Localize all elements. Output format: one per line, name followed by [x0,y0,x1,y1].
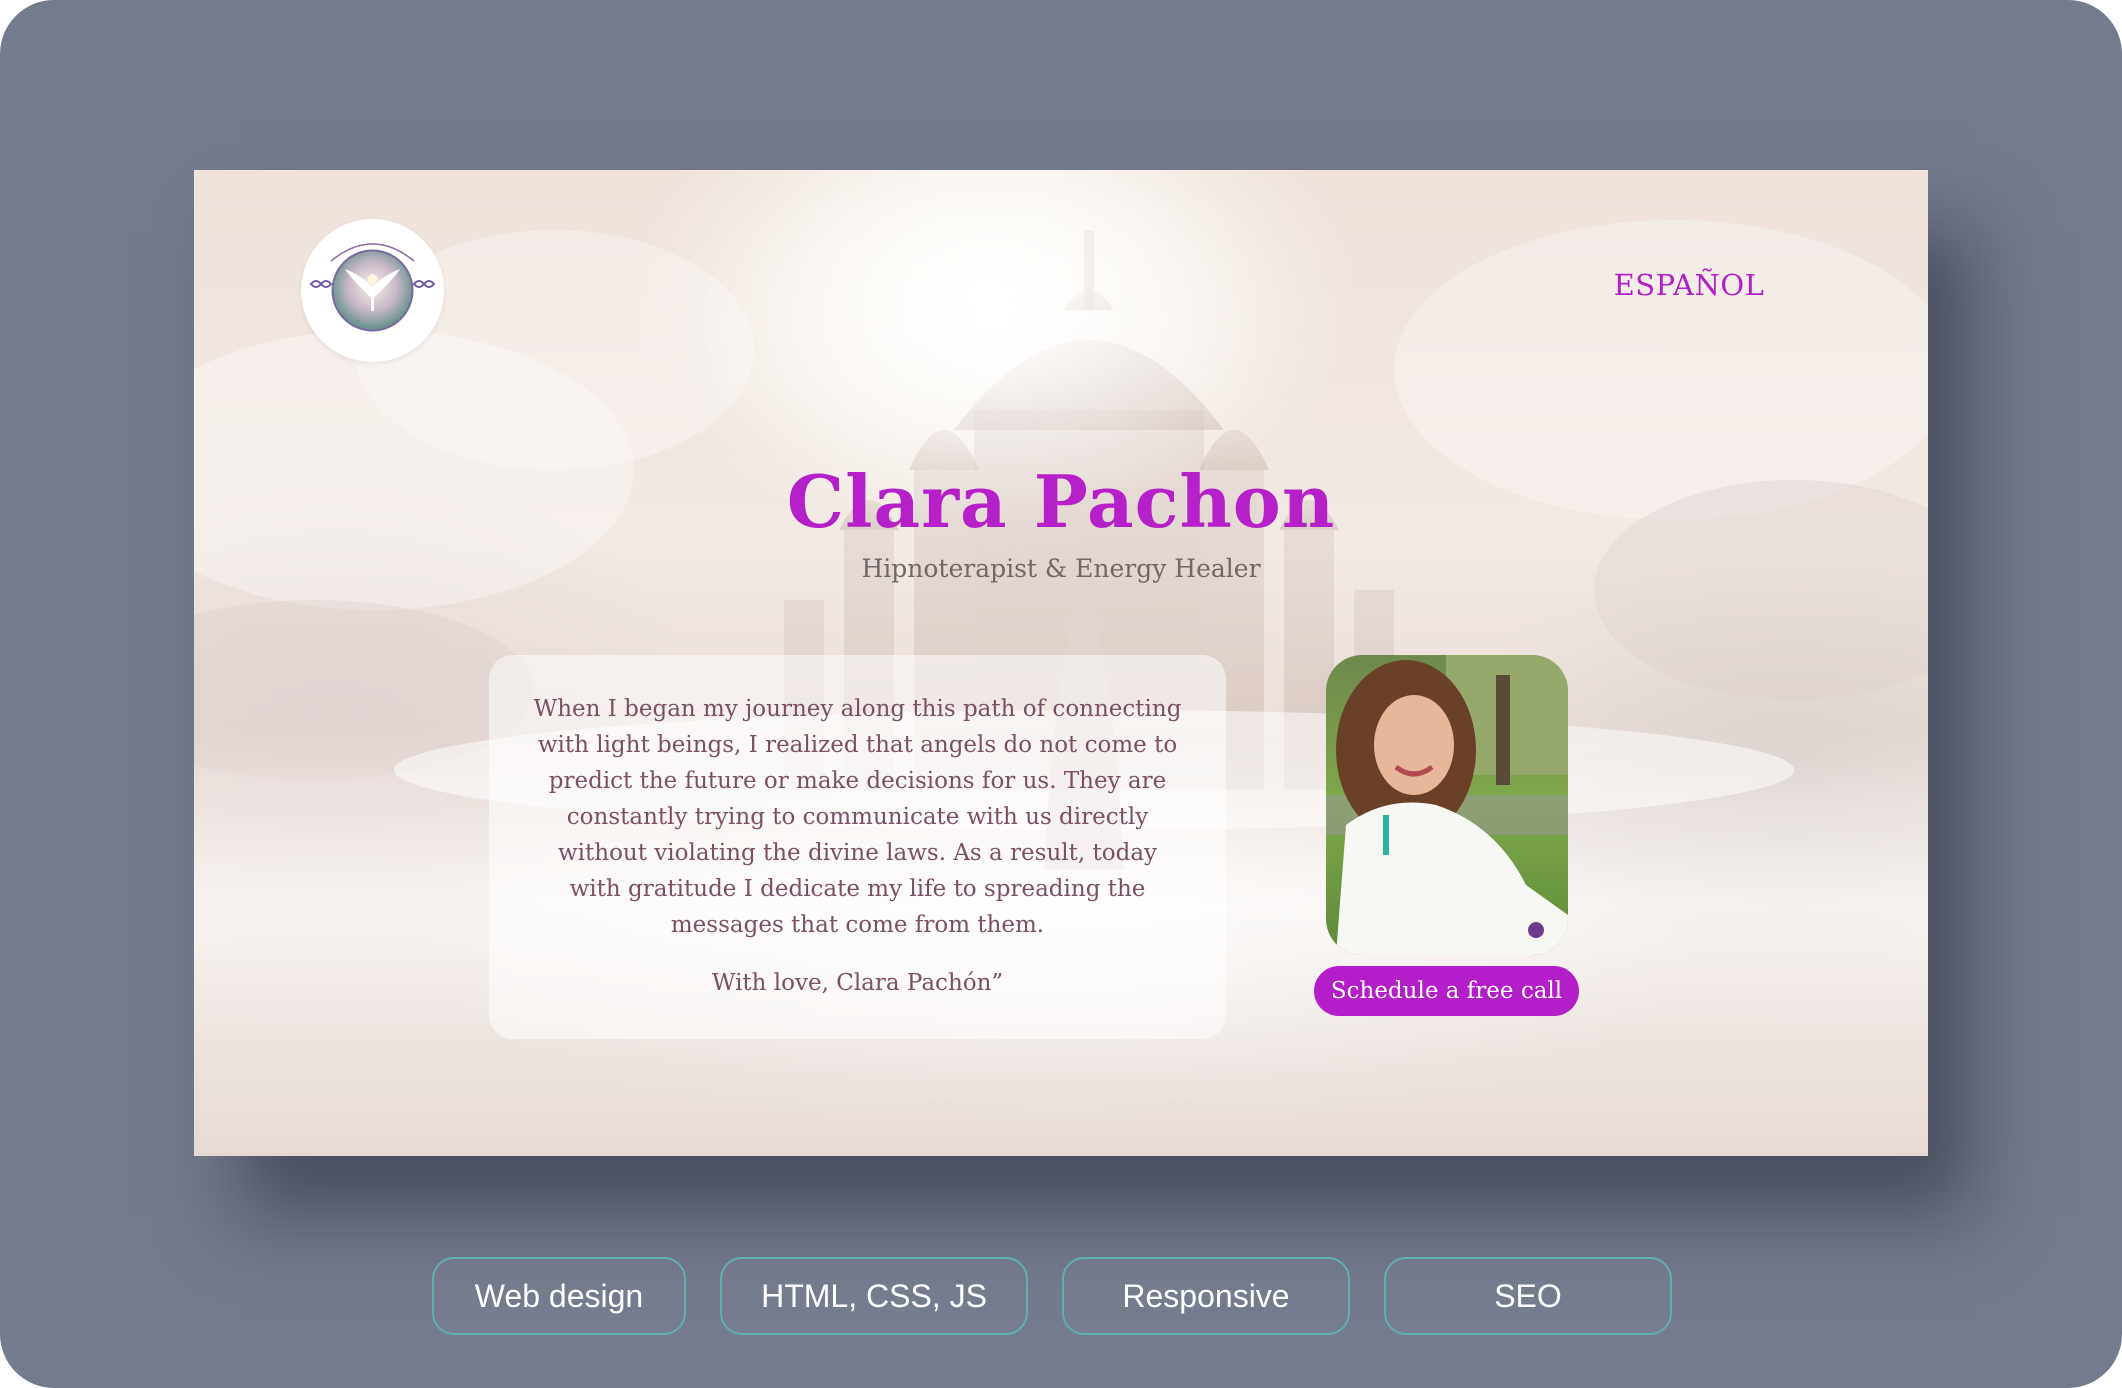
quote-text: When I began my journey along this path … [533,696,1182,938]
tag-html-css-js: HTML, CSS, JS [720,1257,1028,1335]
tag-web-design: Web design [432,1257,686,1335]
quote-signature: With love, Clara Pachón” [711,970,1004,996]
tag-seo: SEO [1384,1257,1672,1335]
language-switch-link[interactable]: ESPAÑOL [1598,268,1780,302]
quote-card: When I began my journey along this path … [489,655,1226,1039]
angel-wings-logo-icon [309,243,436,332]
hero-name: Clara Pachon [786,459,1336,544]
website-preview: ESPAÑOL Clara Pachon Hipnoterapist & Ene… [194,170,1928,1156]
schedule-call-button[interactable]: Schedule a free call [1314,966,1579,1016]
site-logo[interactable] [301,219,444,362]
hero-role: Hipnoterapist & Energy Healer [861,554,1261,583]
profile-photo [1326,655,1568,955]
portfolio-card: ESPAÑOL Clara Pachon Hipnoterapist & Ene… [0,0,2122,1388]
tag-responsive: Responsive [1062,1257,1350,1335]
